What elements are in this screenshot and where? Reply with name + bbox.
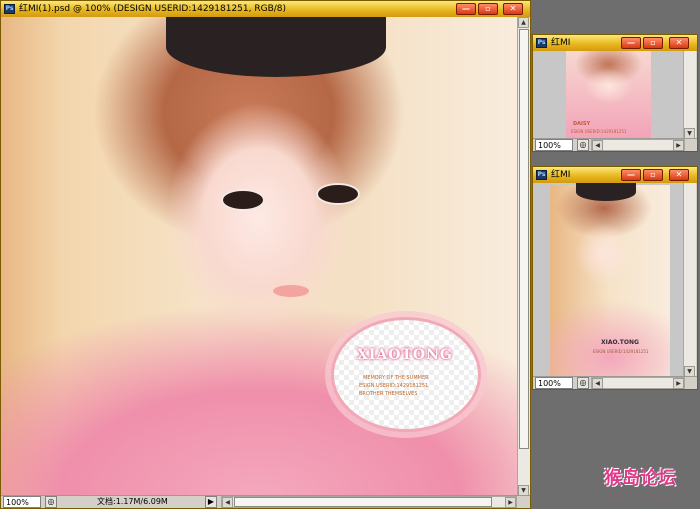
scroll-right-icon[interactable]: ▶: [673, 140, 684, 151]
navigator-2-caption-2: ESIGN USERID:1429181251: [593, 349, 649, 354]
navigator-window-1: Ps 红MI — ▫ ✕ DAISY ESIGN USERID:14291812…: [532, 34, 698, 152]
overlay-line-3: BROTHER THEMSELVES: [359, 391, 418, 397]
maximize-icon[interactable]: ▫: [643, 37, 663, 49]
zoom-field[interactable]: 100%: [3, 496, 41, 508]
sunglasses-graphic: [166, 17, 386, 77]
minimize-icon[interactable]: —: [621, 37, 641, 49]
scroll-left-icon[interactable]: ◀: [222, 497, 233, 508]
status-menu-icon[interactable]: ◎: [45, 496, 57, 508]
navigator-2-vertical-scrollbar[interactable]: ▼: [683, 183, 696, 377]
navigator-1-title: 红MI: [551, 38, 571, 48]
maximize-icon[interactable]: ▫: [643, 169, 663, 181]
scroll-left-icon[interactable]: ◀: [592, 378, 603, 389]
horizontal-scrollbar[interactable]: ◀ ▶: [221, 496, 517, 508]
main-statusbar: 100% ◎ 文档:1.17M/6.09M ▶ ◀ ▶: [1, 495, 530, 508]
navigator-1-titlebar[interactable]: Ps 红MI — ▫ ✕: [533, 35, 697, 51]
navigator-window-2: Ps 红MI — ▫ ✕ XIAO.TONG ESIGN USERID:1429…: [532, 166, 698, 390]
photoshop-icon: Ps: [536, 38, 547, 48]
navigator-1-canvas[interactable]: DAISY ESIGN USERID:1429181251: [533, 51, 683, 139]
maximize-icon[interactable]: ▫: [478, 3, 498, 15]
main-window-title: 红MI(1).psd @ 100% (DESIGN USERID:1429181…: [19, 4, 287, 14]
image-canvas[interactable]: XIAOTONG MEMORY OF THE SUMMER ESIGN USER…: [1, 17, 517, 496]
main-document-window: Ps 红MI(1).psd @ 100% (DESIGN USERID:1429…: [0, 0, 531, 509]
close-icon[interactable]: ✕: [669, 37, 689, 49]
left-eye-graphic: [221, 189, 265, 211]
navigator-2-zoom-field[interactable]: 100%: [535, 377, 573, 389]
scroll-up-icon[interactable]: ▲: [518, 17, 529, 28]
navigator-2-title: 红MI: [551, 170, 571, 180]
minimize-icon[interactable]: —: [621, 169, 641, 181]
navigator-2-titlebar[interactable]: Ps 红MI — ▫ ✕: [533, 167, 697, 183]
photoshop-icon: Ps: [4, 4, 15, 14]
watermark-url: BBS.HOUDAO.COM: [606, 492, 682, 501]
navigator-1-vertical-scrollbar[interactable]: ▼: [683, 51, 696, 139]
scroll-left-icon[interactable]: ◀: [592, 140, 603, 151]
right-eye-graphic: [316, 183, 360, 205]
minimize-icon[interactable]: —: [456, 3, 476, 15]
main-titlebar[interactable]: Ps 红MI(1).psd @ 100% (DESIGN USERID:1429…: [1, 1, 530, 17]
vertical-scrollbar[interactable]: ▲ ▼: [517, 17, 530, 496]
scroll-right-icon[interactable]: ▶: [673, 378, 684, 389]
overlay-line-1: MEMORY OF THE SUMMER: [363, 375, 429, 381]
photoshop-icon: Ps: [536, 170, 547, 180]
watermark-logo: 猴岛论坛: [604, 468, 676, 489]
scroll-right-icon[interactable]: ▶: [505, 497, 516, 508]
navigator-1-caption-2: ESIGN USERID:1429181251: [571, 129, 627, 134]
status-arrow-icon[interactable]: ▶: [205, 496, 217, 508]
vertical-scroll-thumb[interactable]: [519, 29, 529, 449]
navigator-2-horizontal-scrollbar[interactable]: ◀ ▶: [591, 377, 685, 389]
navigator-2-sunglasses: [576, 183, 636, 201]
navigator-2-statusbar: 100% ◎ ◀ ▶: [533, 376, 697, 389]
navigator-1-statusbar: 100% ◎ ◀ ▶: [533, 138, 697, 151]
status-menu-icon[interactable]: ◎: [577, 139, 589, 151]
navigator-2-caption-1: XIAO.TONG: [601, 339, 639, 346]
navigator-1-zoom-field[interactable]: 100%: [535, 139, 573, 151]
navigator-2-canvas[interactable]: XIAO.TONG ESIGN USERID:1429181251: [533, 183, 683, 377]
overlay-title: XIAOTONG: [357, 347, 453, 363]
overlay-line-2: ESIGN USERID:1429181251: [359, 383, 429, 389]
horizontal-scroll-thumb[interactable]: [234, 497, 492, 507]
close-icon[interactable]: ✕: [503, 3, 523, 15]
doc-info: 文档:1.17M/6.09M: [97, 497, 168, 506]
close-icon[interactable]: ✕: [669, 169, 689, 181]
navigator-1-horizontal-scrollbar[interactable]: ◀ ▶: [591, 139, 685, 151]
navigator-1-caption-1: DAISY: [573, 121, 591, 127]
lips-graphic: [273, 285, 309, 297]
status-menu-icon[interactable]: ◎: [577, 377, 589, 389]
